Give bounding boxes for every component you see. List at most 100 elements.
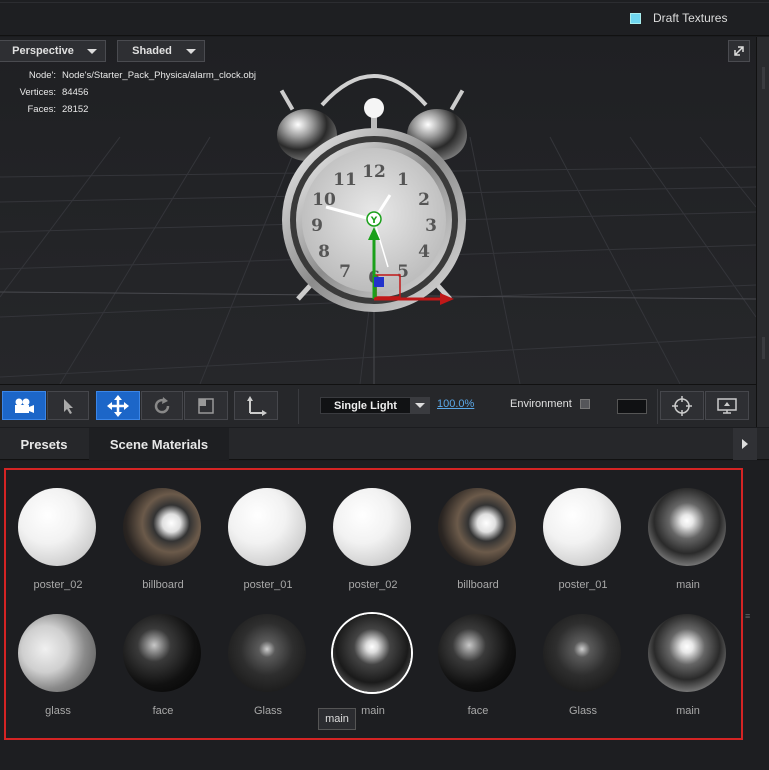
material-preview-sphere[interactable]: [438, 614, 516, 692]
monitor-icon: [717, 397, 737, 414]
material-label: main: [676, 579, 700, 591]
material-label: face: [467, 705, 489, 717]
material-label: poster_02: [33, 579, 83, 591]
material-preview-sphere[interactable]: [123, 614, 201, 692]
material-preview-sphere[interactable]: [18, 488, 96, 566]
material-item[interactable]: face: [113, 606, 213, 726]
crosshair-icon: [672, 395, 692, 416]
material-preview-sphere[interactable]: [438, 488, 516, 566]
svg-text:5: 5: [397, 262, 409, 282]
light-intensity-link[interactable]: 100.0%: [437, 398, 474, 410]
shading-mode-label: Shaded: [132, 45, 172, 57]
material-preview-sphere[interactable]: [228, 488, 306, 566]
rotate-tool-button[interactable]: [141, 391, 183, 420]
material-item[interactable]: poster_01: [533, 480, 633, 600]
top-bar: Draft Textures: [0, 0, 769, 36]
material-label: billboard: [142, 579, 184, 591]
info-row-vertices: Vertices: 84456: [19, 87, 89, 98]
screen-view-button[interactable]: [705, 391, 749, 420]
chevron-right-icon: [742, 439, 748, 449]
app-window: Draft Textures 12 1 2 3 4 5 7 8 9 10 11 …: [0, 0, 769, 770]
material-label: poster_02: [348, 579, 398, 591]
material-item[interactable]: Glass: [218, 606, 318, 726]
background-color-swatch[interactable]: [617, 399, 647, 414]
axis-icon: [247, 395, 267, 416]
right-scroll-strip[interactable]: [756, 37, 769, 427]
material-item[interactable]: main: [638, 606, 738, 726]
material-item[interactable]: main: [638, 480, 738, 600]
environment-toggle[interactable]: Environment: [510, 398, 590, 410]
view-mode-label: Perspective: [12, 45, 74, 57]
draft-textures-toggle[interactable]: Draft Textures: [630, 11, 727, 25]
material-preview-sphere[interactable]: [333, 488, 411, 566]
camera-tool-button[interactable]: [2, 391, 46, 420]
svg-text:2: 2: [418, 190, 430, 210]
svg-text:1: 1: [397, 170, 409, 190]
view-mode-dropdown[interactable]: Perspective: [0, 40, 106, 62]
svg-text:8: 8: [318, 242, 330, 262]
tab-presets[interactable]: Presets: [0, 428, 88, 460]
svg-text:3: 3: [425, 216, 437, 236]
info-row-node: Node': Node's/Starter_Pack_Physica/alarm_…: [28, 70, 257, 81]
svg-text:11: 11: [333, 170, 357, 190]
material-item[interactable]: poster_02: [8, 480, 108, 600]
cursor-arrow-icon: [64, 398, 73, 414]
draft-textures-label: Draft Textures: [653, 11, 728, 25]
scale-tool-button[interactable]: [184, 391, 228, 420]
model-info: Node': Node's/Starter_Pack_Physica/alarm_…: [0, 67, 256, 118]
move-arrows-icon: [107, 394, 129, 417]
chevron-down-icon: [414, 403, 425, 408]
scale-icon: [198, 397, 214, 414]
move-tool-button[interactable]: [96, 391, 140, 420]
svg-text:12: 12: [362, 162, 386, 182]
shading-mode-dropdown[interactable]: Shaded: [117, 40, 205, 62]
scene-materials-panel: poster_02 billboard poster_01 poster_02 bill…: [0, 461, 769, 770]
chevron-down-icon: [186, 48, 196, 54]
material-label: glass: [45, 705, 71, 717]
panel-resize-handle[interactable]: ≡: [745, 611, 753, 621]
material-label: poster_01: [558, 579, 608, 591]
material-preview-sphere[interactable]: [228, 614, 306, 692]
material-item[interactable]: poster_01: [218, 480, 318, 600]
tabs-scroll-right-button[interactable]: [733, 428, 757, 460]
material-label: Glass: [568, 705, 598, 717]
materials-grid: poster_02 billboard poster_01 poster_02 bill…: [4, 468, 743, 740]
draft-textures-checkbox[interactable]: [630, 12, 641, 24]
svg-text:9: 9: [311, 216, 323, 236]
maximize-viewport-button[interactable]: [728, 40, 750, 62]
material-preview-sphere[interactable]: [648, 488, 726, 566]
light-mode-arrow[interactable]: [410, 398, 429, 413]
3d-viewport[interactable]: 12 1 2 3 4 5 6 7 8 9 10 11: [0, 37, 756, 384]
rotate-icon: [154, 396, 170, 413]
material-preview-sphere[interactable]: [543, 488, 621, 566]
material-preview-sphere[interactable]: [123, 488, 201, 566]
material-label: face: [152, 705, 174, 717]
focus-target-button[interactable]: [660, 391, 704, 420]
material-label: billboard: [457, 579, 499, 591]
environment-checkbox[interactable]: [579, 399, 590, 409]
tab-scene-materials[interactable]: Scene Materials: [89, 428, 229, 460]
info-row-faces: Faces: 28152: [27, 104, 89, 115]
material-preview-sphere[interactable]: [333, 614, 411, 692]
material-item[interactable]: Glass: [533, 606, 633, 726]
material-label: Glass: [253, 705, 283, 717]
maximize-icon: [734, 46, 744, 56]
select-tool-button[interactable]: [47, 391, 89, 420]
viewport-toolbar: Single Light 100.0% Environment: [0, 384, 756, 427]
material-label: poster_01: [243, 579, 293, 591]
material-preview-sphere[interactable]: [18, 614, 96, 692]
axis-tool-button[interactable]: [234, 391, 278, 420]
material-item[interactable]: billboard: [428, 480, 528, 600]
light-mode-dropdown[interactable]: Single Light: [320, 397, 430, 414]
material-tooltip: main: [318, 708, 356, 730]
chevron-down-icon: [87, 48, 97, 54]
material-tabs: Presets Scene Materials: [0, 428, 769, 460]
material-preview-sphere[interactable]: [648, 614, 726, 692]
material-item[interactable]: billboard: [113, 480, 213, 600]
material-item[interactable]: face: [428, 606, 528, 726]
gizmo-axis-label: Y: [370, 216, 378, 226]
material-item[interactable]: poster_02: [323, 480, 423, 600]
material-item[interactable]: glass: [8, 606, 108, 726]
svg-text:10: 10: [312, 190, 336, 210]
material-preview-sphere[interactable]: [543, 614, 621, 692]
